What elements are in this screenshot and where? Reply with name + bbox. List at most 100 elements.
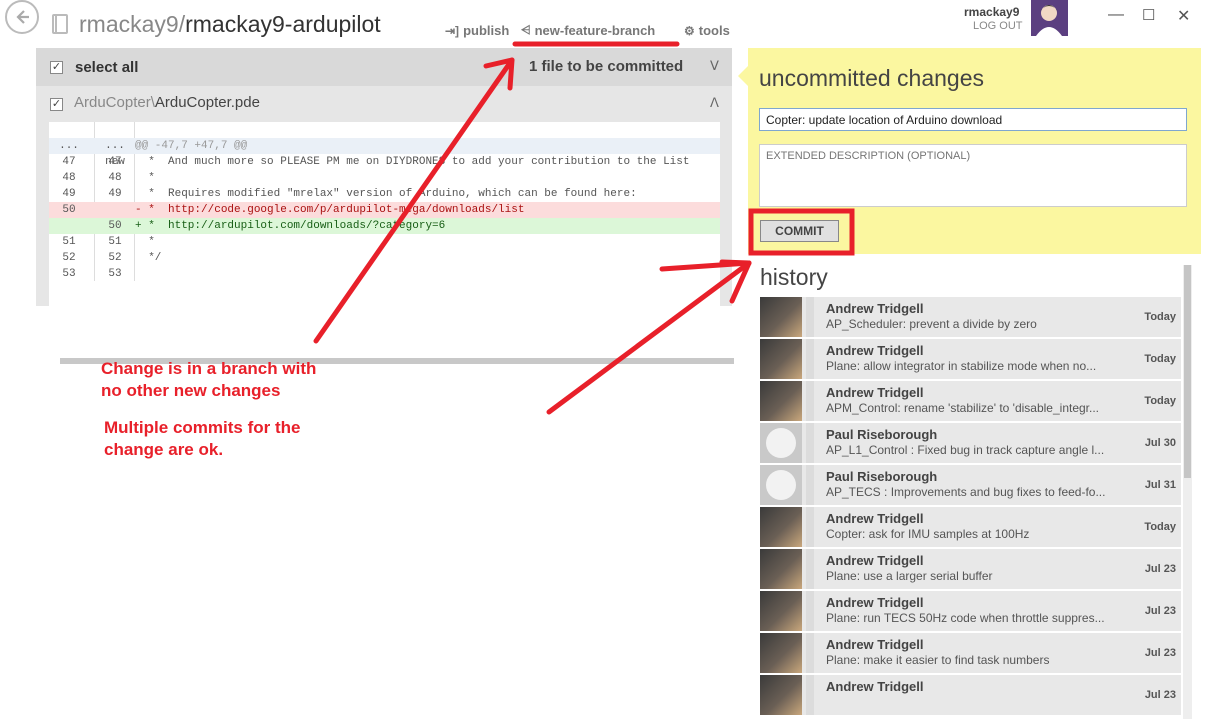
old-line-number: 53 — [62, 268, 76, 280]
commit-author: Andrew Tridgell — [826, 637, 924, 652]
select-all-checkbox[interactable]: ✓ — [50, 61, 63, 74]
commit-message: APM_Control: rename 'stabilize' to 'disa… — [826, 401, 1100, 415]
commit-message: Plane: allow integrator in stabilize mod… — [826, 359, 1097, 373]
history-scrollbar-thumb[interactable] — [1184, 265, 1191, 478]
commit-date: Jul 23 — [1144, 563, 1176, 575]
commit-message: AP_TECS : Improvements and bug fixes to … — [826, 485, 1106, 499]
new-line-number: 47 — [108, 156, 122, 168]
commit-panel: uncommitted changes COMMIT — [738, 48, 1201, 254]
commit-button[interactable]: COMMIT — [760, 220, 839, 242]
close-button[interactable]: ✕ — [1177, 6, 1190, 26]
author-avatar — [760, 549, 802, 589]
logout-link[interactable]: LOG OUT — [973, 20, 1023, 32]
history-item[interactable]: Andrew Tridgell Plane: allow integrator i… — [760, 339, 1181, 379]
history-item[interactable]: Andrew Tridgell Copter: ask for IMU sampl… — [760, 507, 1181, 547]
author-avatar — [760, 381, 802, 421]
back-arrow-icon — [16, 10, 29, 24]
commit-message: AP_L1_Control : Fixed bug in track captu… — [826, 443, 1105, 457]
history-item-divider — [806, 675, 814, 715]
commit-date: Jul 23 — [1144, 605, 1176, 617]
back-button[interactable] — [5, 0, 39, 34]
github-for-windows-window: rmackay9/rmackay9-ardupilot ⇥] publish ⩤ n… — [0, 0, 1223, 719]
history-item[interactable]: Paul Riseborough AP_TECS : Improvements a… — [760, 465, 1181, 505]
author-avatar — [760, 297, 802, 337]
commit-author: Paul Riseborough — [826, 427, 938, 442]
new-line-number: 52 — [108, 252, 122, 264]
old-line-number: 49 — [62, 188, 76, 200]
uncommitted-changes-title: uncommitted changes — [759, 65, 985, 91]
select-all-bar: ✓ select all 1 file to be committed ᐯ — [36, 48, 732, 86]
tools-button[interactable]: ⚙ tools — [684, 23, 730, 38]
collapse-file-icon[interactable]: ᐱ — [710, 95, 719, 111]
old-line-number: 47 — [62, 156, 76, 168]
old-line-number: 51 — [62, 236, 76, 248]
author-avatar — [760, 675, 802, 715]
files-to-commit-count: 1 file to be committed — [529, 58, 684, 75]
file-name: ArduCopter.pde — [154, 94, 260, 111]
history-scrollbar[interactable] — [1183, 265, 1192, 719]
diff-code: @@ -47,7 +47,7 @@ — [135, 140, 248, 152]
diff-code: */ — [135, 252, 162, 264]
file-checkbox[interactable]: ✓ — [50, 98, 63, 111]
diff-line: ...... @@ -47,7 +47,7 @@ — [49, 138, 720, 154]
diff-line: 48 48 * — [49, 170, 720, 186]
diff-line: 53 53 — [49, 266, 720, 282]
repository-icon — [52, 14, 68, 34]
diff-code: * — [135, 236, 155, 248]
gear-icon: ⚙ — [684, 23, 695, 38]
branch-label: new-feature-branch — [534, 23, 656, 38]
old-line-number: 52 — [62, 252, 76, 264]
commit-message: Copter: ask for IMU samples at 100Hz — [826, 527, 1030, 541]
commit-message: Plane: run TECS 50Hz code when throttle … — [826, 611, 1105, 625]
commit-author: Andrew Tridgell — [826, 679, 924, 694]
history-item-divider — [806, 549, 814, 589]
commit-author: Andrew Tridgell — [826, 385, 924, 400]
history-item-divider — [806, 465, 814, 505]
tools-label: tools — [698, 23, 730, 38]
minimize-button[interactable]: — — [1108, 6, 1124, 24]
file-path: ArduCopter\ArduCopter.pde — [74, 94, 260, 111]
author-avatar — [760, 339, 802, 379]
diff-line: 52 52 */ — [49, 250, 720, 266]
history-item[interactable]: Andrew Tridgell APM_Control: rename 'stab… — [760, 381, 1181, 421]
diff-code: * Requires modified "mrelax" version of … — [135, 188, 637, 200]
file-directory: ArduCopter\ — [74, 94, 155, 111]
history-item[interactable]: Paul Riseborough AP_L1_Control : Fixed bu… — [760, 423, 1181, 463]
commit-description-input[interactable] — [759, 144, 1187, 207]
commit-author: Andrew Tridgell — [826, 595, 924, 610]
history-item[interactable]: Andrew Tridgell Jul 23 — [760, 675, 1181, 715]
repo-owner: rmackay9/ — [79, 11, 186, 37]
commit-author: Andrew Tridgell — [826, 511, 924, 526]
publish-button[interactable]: ⇥] publish — [445, 23, 509, 38]
history-item[interactable]: Andrew Tridgell Plane: make it easier to … — [760, 633, 1181, 673]
commit-date: Jul 31 — [1144, 479, 1176, 491]
avatar[interactable] — [1031, 0, 1068, 36]
history-item-divider — [806, 297, 814, 337]
user-name: rmackay9 — [964, 5, 1020, 19]
history-item-divider — [806, 423, 814, 463]
history-item-divider — [806, 591, 814, 631]
commit-summary-input[interactable] — [759, 108, 1187, 131]
history-item[interactable]: Andrew Tridgell Plane: use a larger seria… — [760, 549, 1181, 589]
maximize-button[interactable]: ☐ — [1142, 6, 1155, 24]
commit-date: Today — [1144, 521, 1176, 533]
history-item[interactable]: Andrew Tridgell AP_Scheduler: prevent a d… — [760, 297, 1181, 337]
history-item[interactable]: Andrew Tridgell Plane: run TECS 50Hz code… — [760, 591, 1181, 631]
collapse-all-icon[interactable]: ᐯ — [710, 58, 719, 74]
commit-message: AP_Scheduler: prevent a divide by zero — [826, 317, 1037, 331]
old-line-number: 50 — [62, 204, 76, 216]
branch-selector[interactable]: ⩤ new-feature-branch — [521, 23, 655, 38]
diff-line: 51 51 * — [49, 234, 720, 250]
new-line-number: 53 — [108, 268, 122, 280]
changed-file-row[interactable]: ✓ ArduCopter\ArduCopter.pde ᐱ — [36, 90, 732, 120]
author-avatar — [760, 423, 802, 463]
diff-code: - * http://code.google.com/p/ardupilot-m… — [135, 204, 525, 216]
old-line-number: ... — [59, 140, 79, 152]
commit-date: Jul 23 — [1144, 647, 1176, 659]
new-line-number: ... — [105, 140, 125, 152]
commit-author: Andrew Tridgell — [826, 553, 924, 568]
annotation-branch-note: Change is in a branch with no other new … — [101, 359, 317, 400]
diff-code: * — [135, 172, 155, 184]
repository-title: rmackay9/rmackay9-ardupilot — [79, 11, 381, 38]
new-line-number: 51 — [108, 236, 122, 248]
